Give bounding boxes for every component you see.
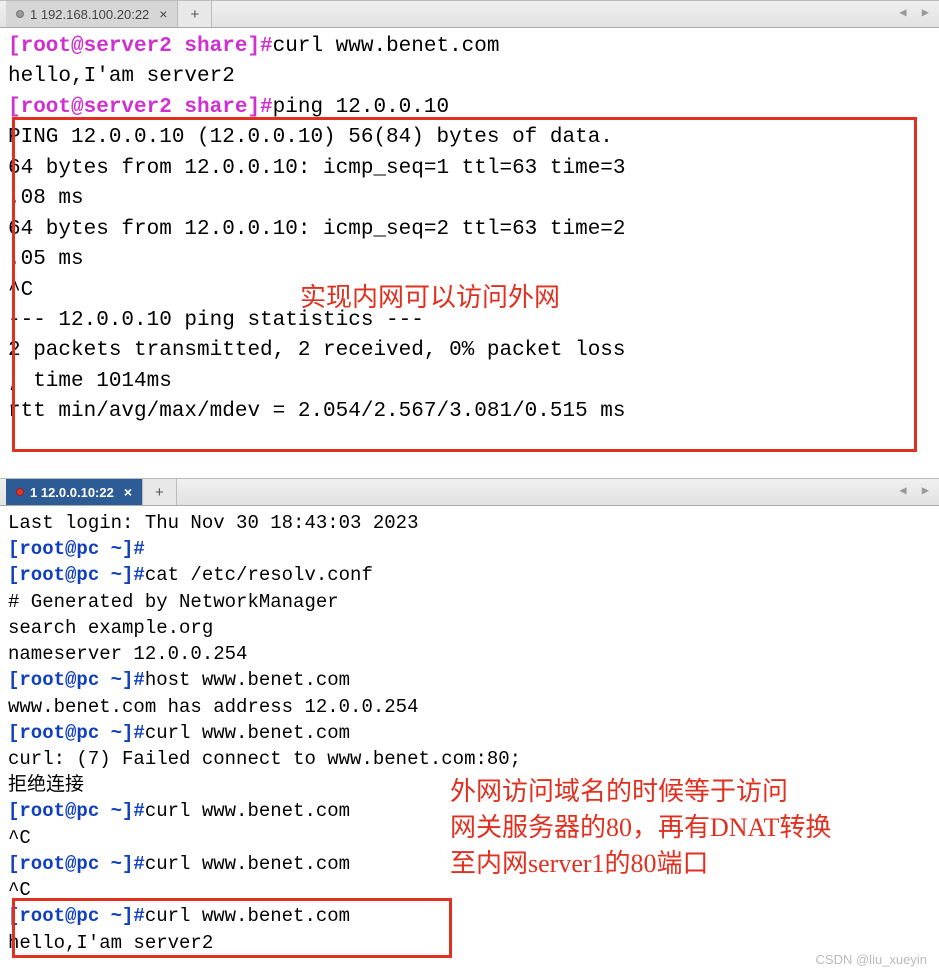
output: PING 12.0.0.10 (12.0.0.10) 56(84) bytes … xyxy=(8,123,931,153)
close-icon[interactable]: × xyxy=(124,484,132,500)
tab-label: 1 12.0.0.10:22 xyxy=(30,485,114,500)
new-tab-button[interactable]: + xyxy=(178,1,212,27)
output: hello,I'am server2 xyxy=(8,930,931,956)
tab-server2[interactable]: 1 192.168.100.20:22 × xyxy=(6,1,178,27)
scroll-arrows-icon: ◀ ▶ xyxy=(899,5,933,20)
new-tab-button[interactable]: + xyxy=(143,479,177,505)
watermark: CSDN @liu_xueyin xyxy=(816,952,927,967)
prompt: [root@pc ~]# xyxy=(8,905,145,927)
output: , time 1014ms xyxy=(8,367,931,397)
command: curl www.benet.com xyxy=(145,722,350,744)
command: cat /etc/resolv.conf xyxy=(145,564,373,586)
prompt: [root@pc ~]# xyxy=(8,800,145,822)
output: 2 packets transmitted, 2 received, 0% pa… xyxy=(8,336,931,366)
output: ^C xyxy=(8,276,931,306)
output: ^C xyxy=(8,825,931,851)
command: host www.benet.com xyxy=(145,669,350,691)
prompt: [root@pc ~]# xyxy=(8,722,145,744)
pane-pc: 1 12.0.0.10:22 × + ◀ ▶ Last login: Thu N… xyxy=(0,478,939,973)
prompt: [root@pc ~]# xyxy=(8,853,145,875)
scroll-arrows-icon: ◀ ▶ xyxy=(899,483,933,498)
output: 64 bytes from 12.0.0.10: icmp_seq=1 ttl=… xyxy=(8,154,931,184)
prompt: [root@pc ~]# xyxy=(8,669,145,691)
tab-label: 1 192.168.100.20:22 xyxy=(30,7,149,22)
output: Last login: Thu Nov 30 18:43:03 2023 xyxy=(8,510,931,536)
output: .05 ms xyxy=(8,245,931,275)
output: 64 bytes from 12.0.0.10: icmp_seq=2 ttl=… xyxy=(8,215,931,245)
output: search example.org xyxy=(8,615,931,641)
output: rtt min/avg/max/mdev = 2.054/2.567/3.081… xyxy=(8,397,931,427)
status-dot-icon xyxy=(16,10,24,18)
tabbar-2: 1 12.0.0.10:22 × + ◀ ▶ xyxy=(0,478,939,506)
output: --- 12.0.0.10 ping statistics --- xyxy=(8,306,931,336)
command: curl www.benet.com xyxy=(145,800,350,822)
command: ping 12.0.0.10 xyxy=(273,96,449,119)
output: ^C xyxy=(8,877,931,903)
output: .08 ms xyxy=(8,184,931,214)
command: curl www.benet.com xyxy=(273,35,500,58)
pane-server2: 1 192.168.100.20:22 × + ◀ ▶ [root@server… xyxy=(0,0,939,470)
command: curl www.benet.com xyxy=(145,905,350,927)
output: # Generated by NetworkManager xyxy=(8,589,931,615)
command: curl www.benet.com xyxy=(145,853,350,875)
output: curl: (7) Failed connect to www.benet.co… xyxy=(8,746,931,772)
output: nameserver 12.0.0.254 xyxy=(8,641,931,667)
prompt: [root@server2 share]# xyxy=(8,35,273,58)
output: hello,I'am server2 xyxy=(8,62,931,92)
tab-pc[interactable]: 1 12.0.0.10:22 × xyxy=(6,479,143,505)
output: www.benet.com has address 12.0.0.254 xyxy=(8,694,931,720)
terminal-pc[interactable]: Last login: Thu Nov 30 18:43:03 2023 [ro… xyxy=(0,506,939,960)
tabbar-1: 1 192.168.100.20:22 × + ◀ ▶ xyxy=(0,0,939,28)
terminal-server2[interactable]: [root@server2 share]#curl www.benet.com … xyxy=(0,28,939,432)
prompt: [root@server2 share]# xyxy=(8,96,273,119)
status-dot-icon xyxy=(16,488,24,496)
prompt: [root@pc ~]# xyxy=(8,538,145,560)
prompt: [root@pc ~]# xyxy=(8,564,145,586)
close-icon[interactable]: × xyxy=(159,6,167,22)
output: 拒绝连接 xyxy=(8,772,931,798)
